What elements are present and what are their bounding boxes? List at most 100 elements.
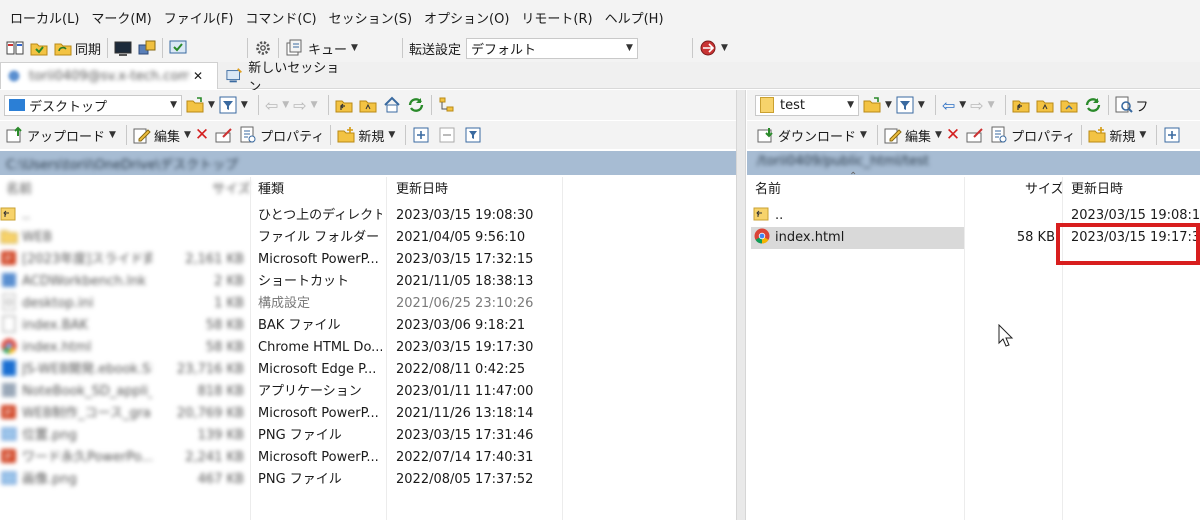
transfer-mode-icon[interactable] [699,39,717,57]
edit-button[interactable]: 編集 [884,126,931,145]
synchronize-icon[interactable] [54,39,72,57]
upload-button[interactable]: アップロード [6,126,105,145]
upload-dropdown-icon[interactable]: ▼ [109,130,116,140]
filter-dropdown-icon[interactable]: ▼ [241,100,248,110]
menu-options[interactable]: オプション(O) [418,8,515,27]
table-row[interactable]: index.html 58 KB Chrome HTML Do... 2023/03/… [0,337,736,359]
transfer-settings-select[interactable]: デフォルト ▼ [465,37,638,59]
new-dropdown-icon[interactable]: ▼ [388,130,395,140]
filter-icon[interactable] [219,96,237,114]
transfer-mode-dropdown-icon[interactable]: ▼ [721,43,728,53]
gear-icon[interactable] [254,39,272,57]
forward-dropdown-icon[interactable]: ▼ [311,100,318,110]
screen-icon[interactable] [169,39,187,57]
local-col-modified[interactable]: 更新日時 [396,177,448,203]
console-icon[interactable] [114,39,132,57]
local-col-name[interactable]: 名前 [6,177,32,203]
tab-new-session[interactable]: 新しいセッション [222,61,342,95]
table-row[interactable]: WEB ファイル フォルダー 2021/04/05 9:56:10 [0,227,736,249]
close-icon[interactable]: ✕ [193,69,203,83]
properties-button[interactable]: プロパティ [239,126,324,145]
table-row[interactable]: index.BAK 58 KB BAK ファイル 2023/03/06 9:18:21 [0,315,736,337]
table-row[interactable]: P [2023年度]スライド資料.pptx 2,161 KB Microsoft Po… [0,249,736,271]
open-folder-icon[interactable] [863,96,881,114]
rename-icon[interactable] [215,126,233,144]
new-button[interactable]: 新規 [1088,126,1135,145]
pane-splitter[interactable] [736,90,746,520]
back-dropdown-icon[interactable]: ▼ [282,100,289,110]
tree-view-icon[interactable] [438,96,456,114]
edit-dropdown-icon[interactable]: ▼ [184,130,191,140]
file-type: ひとつ上のディレクトリ [258,208,382,223]
menu-file[interactable]: ファイル(F) [158,8,240,27]
queue-label[interactable]: キュー [308,39,347,58]
filter-select-icon[interactable] [464,126,482,144]
download-dropdown-icon[interactable]: ▼ [860,130,867,140]
table-row[interactable]: .. ひとつ上のディレクトリ 2023/03/15 19:08:30 [0,205,736,227]
forward-arrow-icon[interactable]: ⇨ [293,96,306,115]
edit-dropdown-icon[interactable]: ▼ [935,130,942,140]
delete-icon[interactable]: ✕ [946,125,960,145]
remote-col-size[interactable]: サイズ [1025,177,1064,203]
tab-session[interactable]: torii0409@sv.x-tech.com ✕ [0,62,218,89]
home-icon[interactable] [1060,96,1078,114]
back-arrow-icon[interactable]: ⇦ [942,96,955,115]
table-row[interactable]: ACDWorkbench.lnk 2 KB ショートカット 2021/11/05 18… [0,271,736,293]
table-row[interactable]: P ワード永久PowerPo... 2,241 KB Microsoft PowerP… [0,447,736,469]
table-row[interactable]: 画像.png 467 KB PNG ファイル 2022/08/05 17:37:52 [0,469,736,491]
new-dropdown-icon[interactable]: ▼ [1139,130,1146,140]
unselect-icon[interactable] [438,126,456,144]
edit-button[interactable]: 編集 [133,126,180,145]
filter-icon[interactable] [896,96,914,114]
parent-directory-icon[interactable] [335,96,353,114]
menu-help[interactable]: ヘルプ(H) [599,8,670,27]
remote-col-name[interactable]: 名前 [755,177,781,203]
table-row[interactable]: P WEB制作_コース_graph.pptx 20,769 KB Microsoft … [0,403,736,425]
menu-bar: ローカル(L) マーク(M) ファイル(F) コマンド(C) セッション(S) … [0,0,1200,34]
sync-label[interactable]: 同期 [75,39,101,58]
open-dropdown-icon[interactable]: ▼ [885,100,892,110]
forward-dropdown-icon[interactable]: ▼ [988,100,995,110]
menu-command[interactable]: コマンド(C) [239,8,322,27]
compare-directories-icon[interactable] [6,39,24,57]
home-icon[interactable] [383,96,401,114]
refresh-icon[interactable] [1084,96,1102,114]
table-row[interactable]: 位置.png 139 KB PNG ファイル 2023/03/15 17:31:46 [0,425,736,447]
new-button[interactable]: 新規 [337,126,384,145]
menu-mark[interactable]: マーク(M) [85,8,157,27]
root-directory-icon[interactable] [359,96,377,114]
menu-remote[interactable]: リモート(R) [515,8,598,27]
root-directory-icon[interactable] [1036,96,1054,114]
forward-arrow-icon[interactable]: ⇨ [970,96,983,115]
table-row[interactable]: JS-WEB開発.ebook.SKILL.pdf 23,716 KB Microso… [0,359,736,381]
rename-icon[interactable] [966,126,984,144]
select-all-icon[interactable] [412,126,430,144]
remote-path-select[interactable]: test ▼ [755,94,859,116]
local-col-type[interactable]: 種類 [258,177,284,203]
queue-dropdown-icon[interactable]: ▼ [351,43,358,53]
delete-icon[interactable]: ✕ [195,125,209,145]
menu-session[interactable]: セッション(S) [323,8,418,27]
sync-browse-icon[interactable] [30,39,48,57]
menu-local[interactable]: ローカル(L) [4,8,85,27]
filter-dropdown-icon[interactable]: ▼ [918,100,925,110]
download-button[interactable]: ダウンロード [757,126,856,145]
table-row[interactable]: NoteBook_SD_appli_1.exe 818 KB アプリケーション 202… [0,381,736,403]
refresh-icon[interactable] [407,96,425,114]
file-type: アプリケーション [258,384,362,399]
find-files-label[interactable]: フ [1136,96,1149,115]
back-arrow-icon[interactable]: ⇦ [265,96,278,115]
local-col-size[interactable]: サイズ [212,177,251,203]
select-all-icon[interactable] [1163,126,1181,144]
putty-icon[interactable] [138,39,156,57]
parent-directory-icon[interactable] [1012,96,1030,114]
local-path-select[interactable]: デスクトップ ▼ [4,94,182,116]
open-dropdown-icon[interactable]: ▼ [208,100,215,110]
remote-col-modified[interactable]: 更新日時 [1071,177,1123,203]
table-row[interactable]: desktop.ini 1 KB 構成設定 2021/06/25 23:10:26 [0,293,736,315]
find-files-icon[interactable] [1115,96,1133,114]
open-folder-icon[interactable] [186,96,204,114]
queue-icon[interactable] [285,39,303,57]
back-dropdown-icon[interactable]: ▼ [959,100,966,110]
properties-button[interactable]: プロパティ [990,126,1075,145]
